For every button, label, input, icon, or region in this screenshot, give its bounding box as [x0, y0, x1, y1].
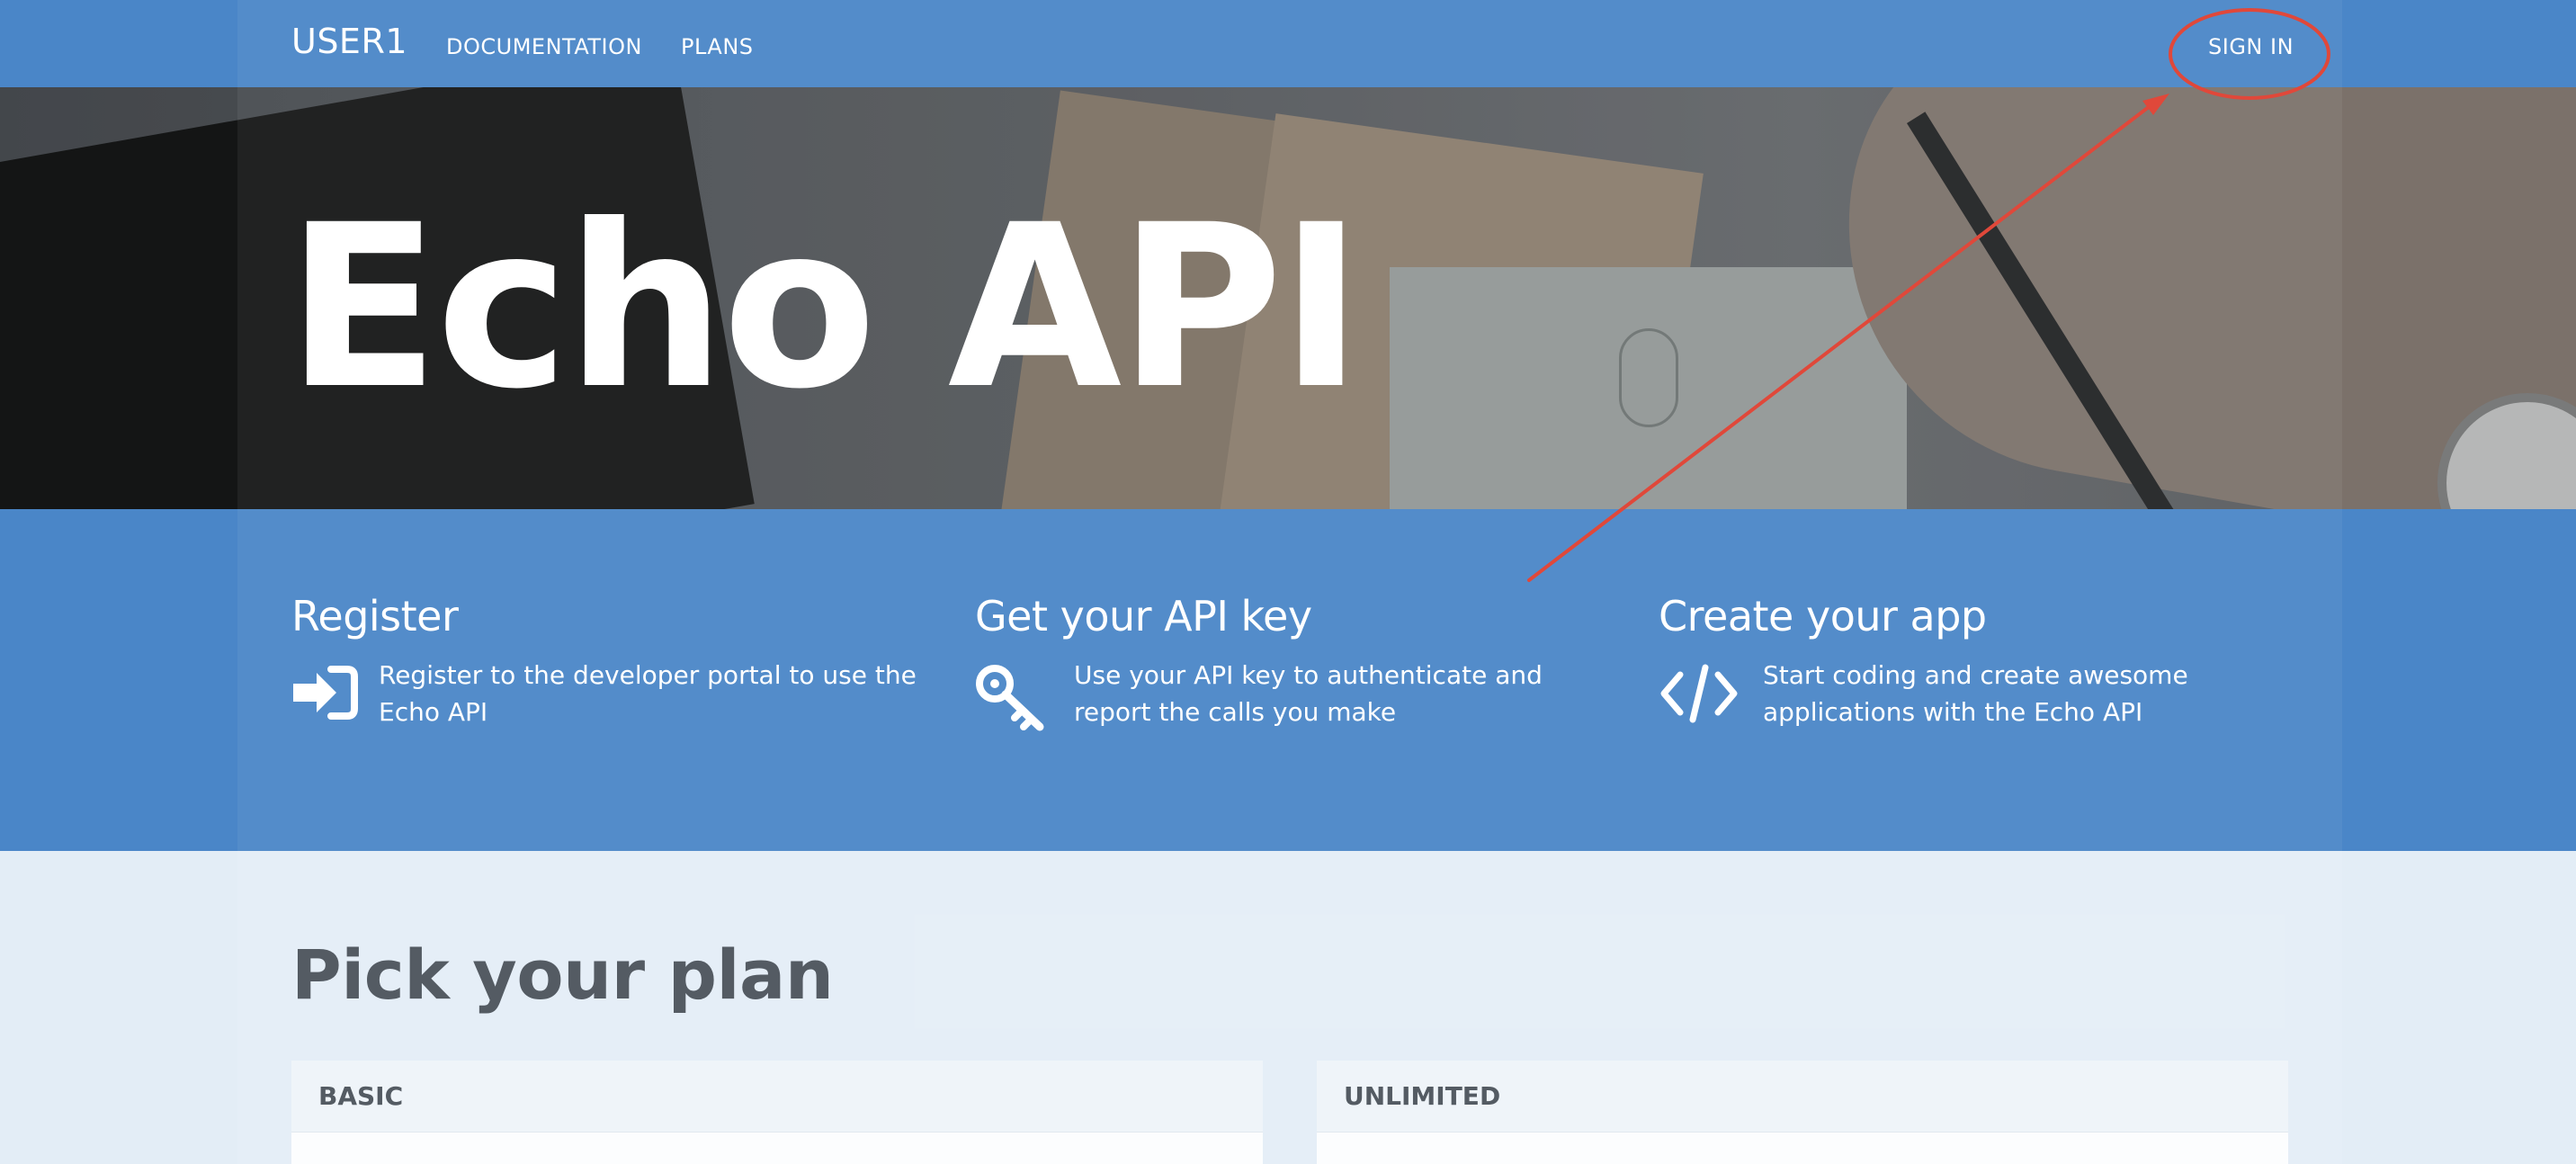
plan-name: BASIC [291, 1061, 1263, 1133]
feature-title: Get your API key [975, 592, 1312, 640]
hero-banner: Echo API [0, 87, 2576, 509]
top-navbar: USER1 DOCUMENTATION PLANS SIGN IN [0, 0, 2576, 87]
hero-title: Echo API [286, 176, 1363, 438]
plan-card-unlimited[interactable]: UNLIMITED [1317, 1061, 2288, 1164]
plan-name: UNLIMITED [1317, 1061, 2288, 1133]
sign-in-link[interactable]: SIGN IN [2208, 34, 2294, 59]
feature-description: Start coding and create awesome applicat… [1763, 660, 2188, 727]
feature-title: Register [291, 592, 459, 640]
feature-title: Create your app [1659, 592, 1987, 640]
feature-create-app: Create your app Start coding and create … [1659, 592, 2288, 727]
sign-in-arrow-icon [291, 664, 358, 725]
page: USER1 DOCUMENTATION PLANS SIGN IN Echo A… [0, 0, 2576, 1164]
plan-card-basic[interactable]: BASIC [291, 1061, 1263, 1164]
brand-link[interactable]: USER1 [291, 22, 407, 61]
code-icon [1659, 664, 1740, 727]
nav-documentation-link[interactable]: DOCUMENTATION [446, 34, 642, 59]
nav-plans-link[interactable]: PLANS [681, 34, 754, 59]
feature-register: Register Register to the developer porta… [291, 592, 921, 727]
feature-api-key: Get your API key Use your API key to aut… [975, 592, 1605, 731]
key-icon [975, 664, 1047, 736]
plans-title: Pick your plan [291, 935, 834, 1015]
feature-description: Register to the developer portal to use … [379, 660, 917, 727]
plans-section: Pick your plan BASIC UNLIMITED [0, 851, 2576, 1164]
feature-description: Use your API key to authenticate and rep… [1074, 660, 1543, 727]
features-section: Register Register to the developer porta… [0, 509, 2576, 851]
